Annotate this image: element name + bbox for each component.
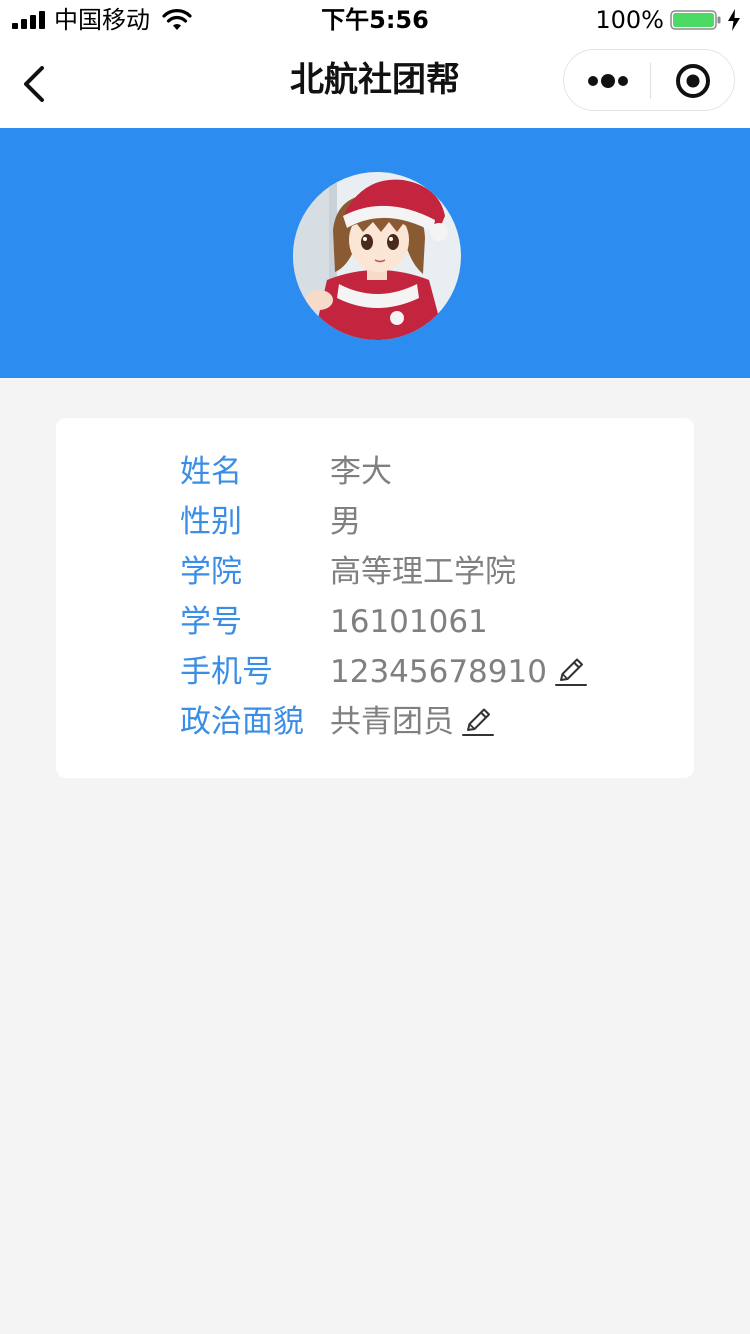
- phone-label: 手机号: [180, 654, 273, 690]
- political-status-value: 共青团员: [330, 704, 454, 740]
- mini-program-capsule: [563, 49, 735, 111]
- profile-row-phone: 手机号 12345678910: [56, 647, 694, 697]
- phone-value: 12345678910: [330, 654, 547, 690]
- college-label: 学院: [180, 554, 242, 590]
- student-id-label: 学号: [180, 604, 242, 640]
- pencil-edit-icon[interactable]: [553, 654, 589, 690]
- avatar-image: [293, 172, 461, 340]
- charging-icon: [728, 9, 740, 31]
- battery-level-fill: [673, 13, 714, 27]
- student-id-value: 16101061: [330, 604, 488, 640]
- battery-percent: 100%: [595, 6, 664, 34]
- battery-icon: [670, 10, 721, 30]
- profile-row-political-status: 政治面貌 共青团员: [56, 697, 694, 747]
- profile-row-student-id: 学号 16101061: [56, 597, 694, 647]
- gender-label: 性别: [180, 504, 242, 540]
- profile-row-college: 学院 高等理工学院: [56, 547, 694, 597]
- profile-row-gender: 性别 男: [56, 497, 694, 547]
- target-close-icon: [676, 64, 710, 98]
- gender-value: 男: [330, 504, 361, 540]
- college-value: 高等理工学院: [330, 554, 516, 590]
- navigation-bar: 北航社团帮: [0, 40, 750, 128]
- profile-row-name: 姓名 李大: [56, 447, 694, 497]
- name-label: 姓名: [180, 454, 242, 490]
- user-avatar[interactable]: [293, 172, 461, 340]
- profile-header-banner: [0, 128, 750, 378]
- pencil-edit-icon[interactable]: [460, 704, 496, 740]
- political-status-label: 政治面貌: [180, 704, 304, 740]
- close-miniprogram-button[interactable]: [651, 50, 735, 110]
- name-value: 李大: [330, 454, 392, 490]
- status-bar: 中国移动 下午5:56 100%: [0, 0, 750, 40]
- more-button[interactable]: [564, 50, 650, 110]
- profile-info-card: 姓名 李大 性别 男 学院 高等理工学院 学号 16101061 手机号 123…: [56, 418, 694, 778]
- more-dots-icon: [588, 74, 628, 88]
